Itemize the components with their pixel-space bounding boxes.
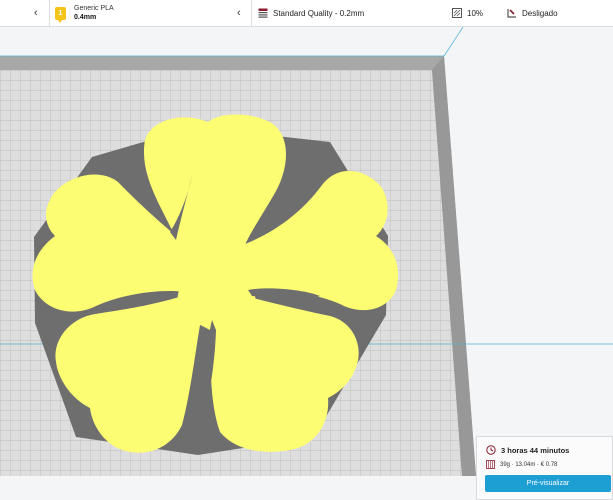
adhesion-label: Desligado: [522, 8, 558, 18]
infill-icon: [452, 8, 462, 18]
3d-viewport[interactable]: [0, 27, 613, 500]
material-name: Generic PLA: [74, 5, 114, 12]
material-usage: 39g · 13.04m · € 0.78: [500, 461, 558, 468]
profile-icon: [258, 8, 268, 18]
infill-setting[interactable]: 10%: [452, 0, 483, 26]
material-usage-row: 39g · 13.04m · € 0.78: [486, 460, 557, 469]
nozzle-size: 0.4mm: [74, 14, 97, 21]
collapse-left-button[interactable]: ‹: [34, 0, 38, 26]
adhesion-icon: [507, 9, 516, 18]
print-time-row: 3 horas 44 minutos: [486, 445, 569, 455]
build-plate-view: [0, 27, 613, 500]
extruder-badge-icon: 1: [55, 6, 66, 23]
print-summary-panel: 3 horas 44 minutos 39g · 13.04m · € 0.78…: [476, 436, 613, 500]
preview-button[interactable]: Pré-visualizar: [485, 475, 611, 492]
print-profile-selector[interactable]: Standard Quality - 0.2mm: [258, 0, 438, 26]
print-time: 3 horas 44 minutos: [501, 445, 570, 455]
header-bar: ‹ 1 Generic PLA 0.4mm ‹ Standard Quality…: [0, 0, 613, 27]
divider: [49, 0, 50, 26]
clock-icon: [486, 445, 496, 455]
chevron-left-icon: ‹: [237, 7, 241, 19]
collapse-material-button[interactable]: ‹: [237, 0, 241, 26]
material-selector[interactable]: 1 Generic PLA 0.4mm: [55, 0, 245, 26]
profile-label: Standard Quality - 0.2mm: [273, 8, 365, 18]
spool-icon: [486, 460, 495, 469]
divider: [251, 0, 252, 26]
chevron-left-icon: ‹: [34, 7, 38, 19]
infill-value: 10%: [467, 8, 484, 18]
material-info: Generic PLA 0.4mm: [74, 4, 114, 22]
adhesion-setting[interactable]: Desligado: [507, 0, 558, 26]
